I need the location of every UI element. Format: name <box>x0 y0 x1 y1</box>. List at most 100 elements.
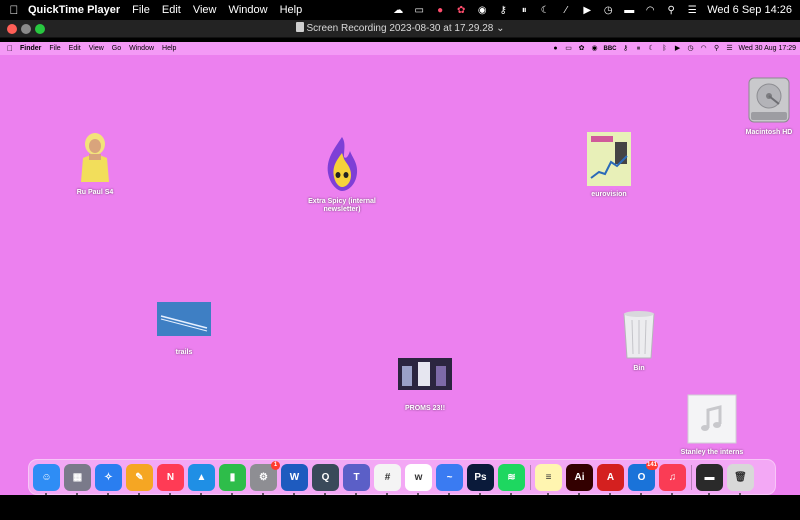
inner-app-finder: Finder <box>20 45 42 52</box>
desktop-icon-eurovision[interactable]: eurovision <box>584 132 634 199</box>
dock-app-teams[interactable]: T <box>343 464 370 491</box>
search-icon[interactable]: ⚲ <box>665 5 677 16</box>
dock: ☺ ▦ ✧ ✎ N ▲ ▮ ⚙ 1 W Q T # w ~ Ps ≋ ≡ Ai A O 141 ♫ ▬ 🗑 <box>28 459 776 495</box>
recorded-screen:  Finder File Edit View Go Window Help ●… <box>0 42 800 495</box>
clock-icon[interactable]: ◷ <box>602 5 614 16</box>
dock-app-word[interactable]: W <box>281 464 308 491</box>
dock-app-freeform[interactable]: ~ <box>436 464 463 491</box>
inner-pause-icon: ⏸ <box>636 45 641 52</box>
dock-app-photoshop[interactable]: Ps <box>467 464 494 491</box>
dock-app-system-settings[interactable]: ⚙ 1 <box>250 461 280 491</box>
moon-icon[interactable]: ☾ <box>539 5 551 16</box>
dock-app-pages[interactable]: ✎ <box>126 464 153 491</box>
inner-play-icon: ▶ <box>674 45 681 52</box>
eurovision-image-icon <box>587 132 631 186</box>
inner-status-area: ● ▭ ✿ ◉ BBC ⚷ ⏸ ☾ ᛒ ▶ ◷ ◠ ⚲ ☰ Wed 30 Aug… <box>552 42 796 55</box>
inner-control-icon: ☰ <box>726 45 733 52</box>
apple-menu-icon[interactable]:  <box>0 3 28 17</box>
play-icon[interactable]: ▶ <box>581 5 593 16</box>
inner-key-icon: ⚷ <box>622 45 629 52</box>
inner-display-icon: ▭ <box>565 45 572 52</box>
document-icon <box>295 22 304 32</box>
inner-menu-window: Window <box>129 45 155 52</box>
notification-badge: 1 <box>271 461 280 470</box>
inner-bluetooth-icon: ᛒ <box>662 45 667 52</box>
inner-record-icon: ● <box>553 45 558 52</box>
inner-clock-icon: ◷ <box>687 45 694 52</box>
desktop-icon-rupaul[interactable]: Ru Paul S4 <box>70 132 120 197</box>
inner-menu-go: Go <box>111 45 122 52</box>
dock-app-spotify[interactable]: ≋ <box>498 464 525 491</box>
dock-app-illustrator[interactable]: Ai <box>566 464 593 491</box>
inner-paw-icon: ✿ <box>578 45 585 52</box>
inner-menu-file: File <box>49 45 61 52</box>
pause-icon[interactable]: ⏸ <box>518 5 530 16</box>
sky-photo-icon <box>157 302 211 336</box>
rupaul-image-icon <box>81 133 109 182</box>
dock-app-quicktime[interactable]: Q <box>312 464 339 491</box>
inner-menu-edit: Edit <box>68 45 81 52</box>
dock-app-finder[interactable]: ☺ <box>33 464 60 491</box>
dock-app-trash[interactable]: 🗑 <box>727 464 754 491</box>
proms-photo-icon <box>398 358 452 390</box>
creative-cloud-icon[interactable]: ☁ <box>392 5 404 16</box>
dock-app-notes[interactable]: ≡ <box>535 464 562 491</box>
notification-badge: 141 <box>645 461 658 470</box>
inner-menu-help: Help <box>162 45 177 52</box>
dock-app-downloads[interactable]: ▬ <box>696 464 723 491</box>
hard-drive-icon <box>748 77 790 123</box>
display-icon[interactable]: ▭ <box>413 5 425 16</box>
dock-app-numbers[interactable]: ▮ <box>219 464 246 491</box>
status-area: ☁ ▭ ● ✿ ◉ ⚷ ⏸ ☾ ⁄ ▶ ◷ ▬ ◠ ⚲ ☰ Wed 6 Sep … <box>392 0 792 20</box>
dock-app-music[interactable]: ♫ <box>659 464 686 491</box>
eye-icon[interactable]: ◉ <box>476 5 488 16</box>
dock-app-safari[interactable]: ✧ <box>95 464 122 491</box>
desktop-icon-proms[interactable]: PROMS 23!! <box>396 358 454 413</box>
dock-app-keynote[interactable]: ▲ <box>188 464 215 491</box>
menu-edit[interactable]: Edit <box>162 4 181 16</box>
inner-apple-icon:  <box>0 44 20 53</box>
dock-separator <box>691 465 692 490</box>
dock-app-launchpad[interactable]: ▦ <box>64 464 91 491</box>
inner-menubar:  Finder File Edit View Go Window Help ●… <box>0 42 800 55</box>
dock-app-acrobat[interactable]: A <box>597 464 624 491</box>
dock-separator <box>530 465 531 490</box>
inner-clock: Wed 30 Aug 17:29 <box>738 45 796 52</box>
quicktime-recording-view:  QuickTime Player File Edit View Window… <box>0 0 800 520</box>
control-center-icon[interactable]: ☰ <box>686 5 698 16</box>
wifi-icon[interactable]: ◠ <box>644 5 656 16</box>
inner-moon-icon: ☾ <box>648 45 655 52</box>
flame-icon <box>327 137 358 191</box>
inner-search-icon: ⚲ <box>713 45 720 52</box>
inner-wifi-icon: ◠ <box>700 45 707 52</box>
window-title[interactable]: Screen Recording 2023-08-30 at 17.29.28 … <box>0 22 800 34</box>
dock-app-outlook[interactable]: O 141 <box>628 461 658 491</box>
battery-icon[interactable]: ▬ <box>623 5 635 16</box>
menubar-clock[interactable]: Wed 6 Sep 14:26 <box>707 4 792 16</box>
menu-help[interactable]: Help <box>280 4 303 16</box>
desktop-icon-macintosh-hd[interactable]: Macintosh HD <box>744 76 794 137</box>
inner-bbc-icon: BBC <box>603 45 617 52</box>
paw-icon[interactable]: ✿ <box>455 5 467 16</box>
app-menu-quicktime[interactable]: QuickTime Player <box>28 4 120 16</box>
dock-app-slack[interactable]: # <box>374 464 401 491</box>
desktop-icon-extra-spicy[interactable]: Extra Spicy (internal newsletter) <box>306 135 378 214</box>
audio-file-icon <box>687 394 737 444</box>
inner-menu-view: View <box>88 45 104 52</box>
slash-icon[interactable]: ⁄ <box>560 5 572 16</box>
window-titlebar: Screen Recording 2023-08-30 at 17.29.28 … <box>0 20 800 38</box>
desktop-icon-bin[interactable]: Bin <box>614 308 664 373</box>
menu-window[interactable]: Window <box>228 4 267 16</box>
key-icon[interactable]: ⚷ <box>497 5 509 16</box>
dock-app-news[interactable]: N <box>157 464 184 491</box>
record-stop-icon[interactable]: ● <box>434 5 446 16</box>
dock-app-webex[interactable]: w <box>405 464 432 491</box>
inner-eye-icon: ◉ <box>591 45 598 52</box>
desktop-icon-trails[interactable]: trails <box>156 302 212 357</box>
desktop-icon-stanley[interactable]: Stanley the interns <box>680 394 744 457</box>
outer-menubar:  QuickTime Player File Edit View Window… <box>0 0 800 20</box>
menu-file[interactable]: File <box>132 4 150 16</box>
menu-view[interactable]: View <box>193 4 217 16</box>
bottom-bar <box>0 495 800 520</box>
trash-icon <box>623 311 655 359</box>
